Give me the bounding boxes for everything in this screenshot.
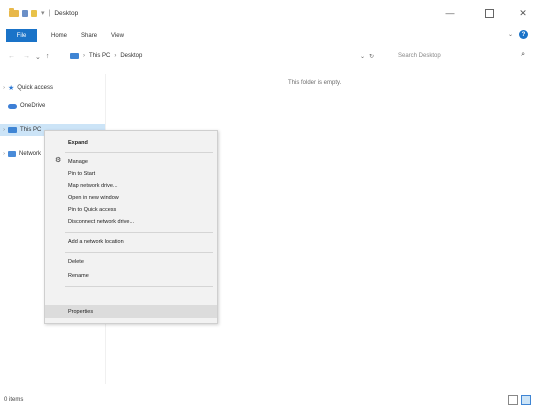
menu-item-rename[interactable]: Rename	[45, 270, 217, 281]
title-bar: ▾ | Desktop — ✕	[0, 0, 537, 26]
menu-item-map-network-drive[interactable]: Map network drive...	[45, 180, 217, 191]
sidebar-item-label: Quick access	[17, 85, 53, 91]
menu-separator	[65, 232, 213, 233]
sidebar-item-label: Network	[19, 151, 42, 157]
search-input[interactable]: Search Desktop ⌕	[394, 49, 528, 63]
sidebar-item-quick-access[interactable]: › ★ Quick access	[0, 82, 100, 94]
address-bar[interactable]: › This PC › Desktop	[70, 49, 397, 63]
cloud-icon	[8, 103, 17, 109]
menu-item-pin-to-start[interactable]: Pin to Start	[45, 168, 217, 179]
empty-folder-message: This folder is empty.	[288, 80, 342, 86]
view-toggle	[508, 395, 531, 405]
breadcrumb-desktop[interactable]: Desktop	[120, 53, 142, 59]
address-row: ← → ⌄ ↑ › This PC › Desktop ⌄ ↻ Search D…	[0, 47, 537, 66]
back-icon[interactable]: ←	[8, 53, 15, 60]
menu-item-properties[interactable]: Properties	[45, 305, 217, 318]
search-icon[interactable]: ⌕	[521, 51, 525, 59]
expand-chevron-icon[interactable]: ›	[0, 85, 8, 91]
tab-file[interactable]: File	[6, 29, 37, 42]
address-dropdown-icon[interactable]: ⌄	[360, 53, 365, 60]
expand-chevron-icon[interactable]: ›	[0, 127, 8, 133]
tab-home[interactable]: Home	[51, 33, 67, 39]
star-icon: ★	[8, 85, 15, 92]
minimize-button[interactable]: —	[432, 0, 468, 26]
breadcrumb-this-pc[interactable]: This PC	[89, 53, 110, 59]
tab-view[interactable]: View	[111, 33, 124, 39]
large-icons-view-icon[interactable]	[521, 395, 531, 405]
refresh-icon[interactable]: ↻	[369, 53, 374, 60]
expand-ribbon-icon[interactable]: ⌄	[508, 31, 513, 38]
menu-item-label: Disconnect network drive...	[68, 218, 135, 225]
menu-item-expand[interactable]: Expand	[45, 137, 217, 148]
sidebar-item-label: OneDrive	[20, 103, 46, 109]
quick-access-toolbar: ▾	[9, 7, 45, 17]
customize-toolbar-icon[interactable]: ▾	[41, 9, 45, 17]
address-tools: ⌄ ↻	[360, 49, 374, 63]
menu-item-label: Properties	[68, 308, 94, 315]
computer-icon	[8, 127, 17, 133]
crumb-separator: ›	[114, 53, 117, 59]
menu-item-open-new-window[interactable]: Open in new window	[45, 192, 217, 203]
menu-item-add-network-location[interactable]: Add a network location	[45, 236, 217, 247]
gear-icon: ⚙	[55, 157, 62, 164]
status-bar: 0 items	[0, 392, 537, 408]
details-view-icon[interactable]	[508, 395, 518, 405]
recent-locations-icon[interactable]: ⌄	[35, 53, 41, 61]
this-pc-icon	[70, 53, 79, 59]
close-icon: ✕	[519, 7, 527, 18]
help-icon[interactable]: ?	[519, 30, 528, 39]
menu-separator	[65, 252, 213, 253]
menu-item-label: Pin to Start	[68, 170, 96, 177]
sidebar-item-label: This PC	[20, 127, 42, 133]
item-count: 0 items	[4, 397, 24, 403]
window-title: Desktop	[54, 9, 79, 17]
close-button[interactable]: ✕	[505, 0, 537, 26]
ribbon-right-controls: ⌄ ?	[508, 30, 528, 39]
menu-item-label: Map network drive...	[68, 182, 118, 189]
menu-item-label: Add a network location	[68, 238, 124, 245]
menu-item-disconnect-network-drive[interactable]: Disconnect network drive...	[45, 216, 217, 227]
menu-item-label: Pin to Quick access	[68, 206, 117, 213]
menu-separator	[65, 152, 213, 153]
menu-item-pin-quick-access[interactable]: Pin to Quick access	[45, 204, 217, 215]
tab-share[interactable]: Share	[81, 33, 97, 39]
menu-item-label: Manage	[68, 158, 88, 165]
sidebar-item-onedrive[interactable]: OneDrive	[0, 100, 100, 112]
minimize-icon: —	[445, 8, 455, 18]
properties-icon[interactable]	[22, 9, 28, 17]
menu-item-label: Open in new window	[68, 194, 119, 201]
ribbon-tabs: File Home Share View ⌄ ?	[0, 27, 537, 44]
expand-chevron-icon[interactable]: ›	[0, 151, 8, 157]
network-icon	[8, 151, 16, 157]
crumb-separator: ›	[83, 53, 85, 59]
menu-item-label: Rename	[68, 272, 89, 279]
menu-item-label: Delete	[68, 258, 84, 265]
title-divider: |	[48, 9, 51, 17]
maximize-icon	[484, 8, 494, 18]
context-menu: Expand ⚙ Manage Pin to Start Map network…	[44, 130, 218, 324]
new-folder-icon[interactable]	[31, 9, 37, 17]
up-icon[interactable]: ↑	[46, 53, 50, 60]
menu-item-delete[interactable]: Delete	[45, 256, 217, 267]
forward-icon[interactable]: →	[23, 53, 30, 60]
search-placeholder: Search Desktop	[398, 53, 441, 59]
maximize-button[interactable]	[471, 0, 507, 26]
menu-item-manage[interactable]: ⚙ Manage	[45, 156, 217, 167]
explorer-window: ▾ | Desktop — ✕ File Home Share View ⌄ ?…	[0, 0, 537, 408]
menu-item-label: Expand	[68, 139, 88, 146]
menu-separator	[65, 286, 213, 287]
folder-icon	[9, 7, 19, 17]
